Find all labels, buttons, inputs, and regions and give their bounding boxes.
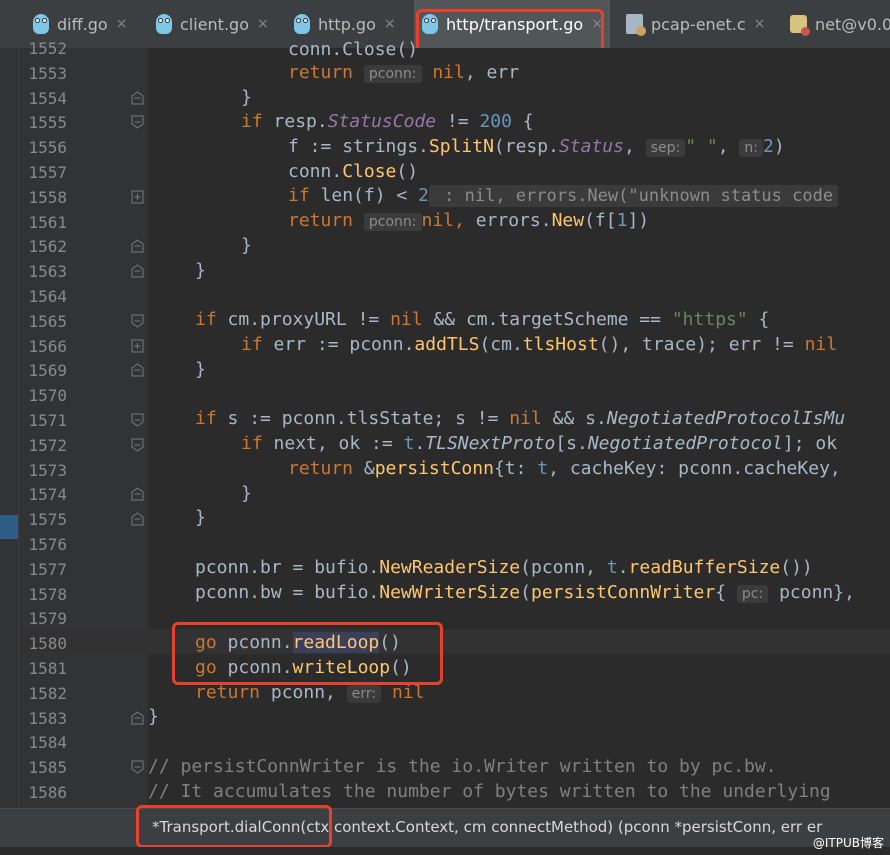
fold-collapse-icon[interactable] xyxy=(131,413,144,427)
c-file-icon xyxy=(626,14,646,36)
code-line: if cm.proxyURL != nil && cm.targetScheme… xyxy=(195,309,770,330)
line-number: 1564 xyxy=(28,287,67,306)
code-comment-line: // It accumulates the number of bytes wr… xyxy=(148,781,831,802)
line-number: 1575 xyxy=(28,510,67,530)
line-number: 1582 xyxy=(28,683,67,703)
tab-label: http.go xyxy=(318,14,376,34)
go-gopher-icon xyxy=(156,14,172,34)
code-line: return pconn: nil, errors.New(f[1]) xyxy=(288,210,650,231)
line-number: 1570 xyxy=(28,386,67,406)
tab-pcap-enet-c[interactable]: pcap-enet.c × xyxy=(618,0,776,48)
line-number: 1576 xyxy=(28,535,67,554)
code-line: return pconn: nil, err xyxy=(288,62,520,83)
line-number: 1580 xyxy=(28,634,67,654)
fold-expand-icon[interactable] xyxy=(131,190,144,204)
close-tab-icon[interactable]: × xyxy=(754,16,766,32)
fold-collapse-icon[interactable] xyxy=(131,438,144,452)
line-number: 1585 xyxy=(28,758,67,778)
watermark: @ITPUB博客 xyxy=(812,836,884,850)
line-number: 1554 xyxy=(28,88,67,108)
tab-client-go[interactable]: client.go × xyxy=(148,0,281,48)
line-number: 1563 xyxy=(28,262,67,282)
code-line: f := strings.SplitN(resp.Status, sep: " "… xyxy=(288,136,785,157)
fold-collapse-icon[interactable] xyxy=(131,239,144,253)
code-line: } xyxy=(241,235,252,256)
code-line: } xyxy=(148,706,159,727)
code-line: conn.Close() xyxy=(288,39,419,60)
code-line: } xyxy=(195,260,206,281)
active-tab-highlight-box xyxy=(416,9,604,52)
fold-collapse-icon[interactable] xyxy=(131,115,144,130)
tab-net-pkg[interactable]: net@v0.0. xyxy=(782,0,890,48)
code-line: return &persistConn{t: t, cacheKey: pcon… xyxy=(288,458,841,479)
signature-status-bar: *Transport.dialConn(ctx context.Context,… xyxy=(0,808,890,848)
tab-label: diff.go xyxy=(57,14,108,34)
line-number: 1574 xyxy=(28,485,67,505)
tab-label: pcap-enet.c xyxy=(651,14,746,34)
line-number: 1578 xyxy=(28,584,67,604)
fold-collapse-icon[interactable] xyxy=(131,512,144,526)
package-icon xyxy=(790,15,810,36)
code-line: if err := pconn.addTLS(cm.tlsHost(), tra… xyxy=(241,334,838,355)
line-number: 1566 xyxy=(28,336,67,356)
bottom-edge xyxy=(0,847,890,855)
fold-collapse-icon[interactable] xyxy=(131,264,144,278)
code-line: if s := pconn.tlsState; s != nil && s.Ne… xyxy=(195,408,846,429)
code-line: } xyxy=(241,87,252,108)
code-line: } xyxy=(195,507,206,528)
line-number: 1577 xyxy=(28,559,67,579)
line-number: 1557 xyxy=(28,163,67,182)
line-number: 1562 xyxy=(28,237,67,257)
line-number: 1552 xyxy=(28,39,67,58)
tab-label: client.go xyxy=(180,14,249,34)
line-number: 1572 xyxy=(28,435,67,455)
fold-collapse-icon[interactable] xyxy=(131,90,144,105)
line-number: 1553 xyxy=(28,63,67,83)
close-tab-icon[interactable]: × xyxy=(257,16,269,32)
line-number: 1561 xyxy=(28,212,67,232)
line-number: 1569 xyxy=(28,361,67,381)
code-line: if next, ok := t.TLSNextProto[s.Negotiat… xyxy=(241,433,838,454)
line-number: 1581 xyxy=(28,659,67,678)
go-gopher-icon xyxy=(33,14,49,34)
code-line: if len(f) < 2 : nil, errors.New("unknown… xyxy=(288,183,839,209)
code-comment-line: // persistConnWriter is the io.Writer wr… xyxy=(148,756,777,777)
code-line: conn.Close() xyxy=(288,161,419,182)
line-number: 1555 xyxy=(28,113,67,133)
signature-highlight-box xyxy=(136,805,332,848)
close-tab-icon[interactable]: × xyxy=(116,16,128,32)
line-number: 1565 xyxy=(28,311,67,331)
line-number: 1571 xyxy=(28,411,67,430)
close-tab-icon[interactable]: × xyxy=(384,16,396,32)
go-gopher-icon xyxy=(294,14,310,34)
line-number: 1579 xyxy=(28,609,67,629)
code-line: if resp.StatusCode != 200 { xyxy=(241,111,534,132)
fold-collapse-icon[interactable] xyxy=(131,314,144,328)
fold-expand-icon[interactable] xyxy=(131,339,144,353)
code-line: pconn.br = bufio.NewReaderSize(pconn, t.… xyxy=(195,557,813,578)
line-number: 1556 xyxy=(28,138,67,158)
line-number: 1583 xyxy=(28,708,67,728)
code-line: } xyxy=(195,359,206,380)
line-number: 1586 xyxy=(28,783,67,802)
line-number: 1584 xyxy=(28,733,67,753)
tool-window-strip xyxy=(0,48,19,808)
fold-collapse-icon[interactable] xyxy=(131,760,144,774)
line-number: 1573 xyxy=(28,460,67,480)
tab-label: net@v0.0. xyxy=(815,14,890,34)
tool-window-marker[interactable] xyxy=(0,515,18,539)
line-number: 1558 xyxy=(28,187,67,207)
fold-collapse-icon[interactable] xyxy=(131,487,144,501)
fold-collapse-icon[interactable] xyxy=(131,363,144,377)
caret-line-highlight xyxy=(19,629,890,654)
goroutine-highlight-box xyxy=(172,622,443,685)
code-line: } xyxy=(241,483,252,504)
code-line: pconn.bw = bufio.NewWriterSize(persistCo… xyxy=(195,582,855,603)
fold-collapse-icon[interactable] xyxy=(131,710,144,725)
